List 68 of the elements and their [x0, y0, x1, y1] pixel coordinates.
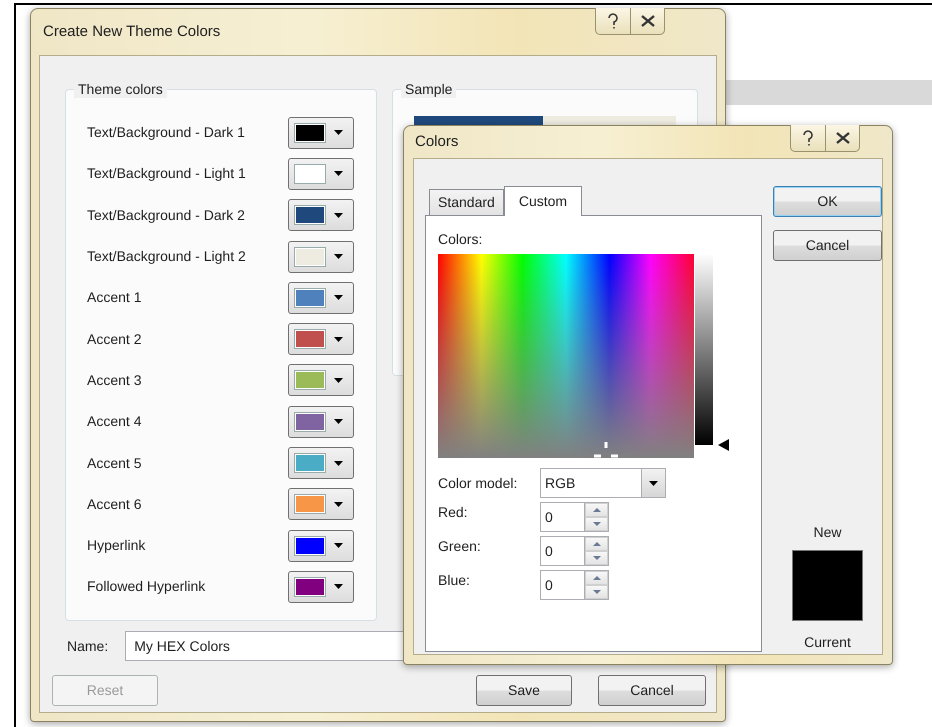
caret-icon: [334, 212, 343, 218]
preview-label: New: [813, 523, 842, 542]
color-picker-button[interactable]: [288, 323, 354, 356]
color-label: Hyperlink: [87, 536, 146, 556]
colors-label: Colors:: [438, 230, 484, 249]
window-title: Create New Theme Colors: [42, 22, 220, 42]
field-label: Red:: [438, 503, 469, 522]
number-field[interactable]: 0: [540, 570, 585, 600]
number-field[interactable]: 0: [540, 502, 585, 532]
color-label: Followed Hyperlink: [87, 577, 206, 596]
caret-icon: [649, 480, 658, 486]
color-picker-button[interactable]: [288, 158, 354, 190]
color-label: Accent 2: [87, 330, 142, 349]
name-label: Name:: [67, 636, 108, 656]
color-picker-button[interactable]: [288, 240, 354, 273]
crosshair-marker: [594, 442, 618, 458]
dialog-button[interactable]: OK: [773, 186, 882, 217]
field-label: Green:: [438, 537, 482, 556]
color-picker-button[interactable]: [288, 199, 354, 232]
color-label: Accent 5: [87, 454, 142, 473]
color-label: Text/Background - Light 2: [87, 247, 246, 266]
caret-icon: [334, 254, 343, 260]
field-label: Blue:: [438, 571, 471, 590]
dialog-button[interactable]: Save: [476, 675, 572, 706]
spinner[interactable]: [585, 502, 609, 532]
close-icon: [836, 132, 850, 144]
caret-icon: [334, 543, 343, 548]
color-spectrum[interactable]: [438, 254, 694, 458]
caret-icon: [334, 584, 343, 590]
color-label: Accent 4: [87, 412, 142, 432]
color-picker-button[interactable]: [288, 530, 354, 562]
caret-icon: [334, 502, 343, 507]
caret-icon: [334, 171, 343, 176]
color-label: Accent 6: [87, 494, 142, 514]
help-icon: [607, 13, 619, 29]
number-field[interactable]: 0: [540, 536, 585, 566]
slider-thumb[interactable]: [718, 439, 729, 451]
caret-icon: [334, 336, 343, 342]
color-label: Accent 3: [87, 370, 142, 390]
color-picker-button[interactable]: [288, 570, 354, 603]
caret-icon: [334, 419, 343, 424]
spinner[interactable]: [585, 570, 609, 600]
spinner[interactable]: [585, 536, 609, 566]
color-label: Text/Background - Light 1: [87, 164, 246, 184]
caret-icon: [334, 460, 343, 466]
caret-icon: [334, 378, 343, 383]
color-picker-button[interactable]: [288, 364, 354, 396]
color-model-dropdown[interactable]: RGB: [540, 468, 666, 498]
close-icon: [640, 15, 654, 27]
caret-icon: [334, 295, 343, 300]
color-picker-button[interactable]: [288, 488, 354, 520]
color-picker-button[interactable]: [288, 447, 354, 480]
color-picker-button[interactable]: [288, 116, 354, 149]
dropdown-button[interactable]: [641, 469, 665, 497]
dialog-button[interactable]: Cancel: [773, 230, 882, 261]
window-title: Colors: [414, 132, 458, 152]
tab[interactable]: Custom: [504, 186, 582, 216]
caret-icon: [334, 130, 343, 136]
help-icon: [802, 130, 814, 146]
color-label: Text/Background - Dark 2: [87, 206, 245, 225]
field-label: Color model:: [438, 474, 518, 492]
dialog-button[interactable]: Cancel: [598, 675, 706, 706]
color-picker-button[interactable]: [288, 282, 354, 314]
color-label: Text/Background - Dark 1: [87, 123, 245, 142]
tab[interactable]: Standard: [429, 189, 504, 215]
color-picker-button[interactable]: [288, 406, 354, 438]
color-label: Accent 1: [87, 288, 142, 308]
preview-label: Current: [804, 633, 851, 652]
